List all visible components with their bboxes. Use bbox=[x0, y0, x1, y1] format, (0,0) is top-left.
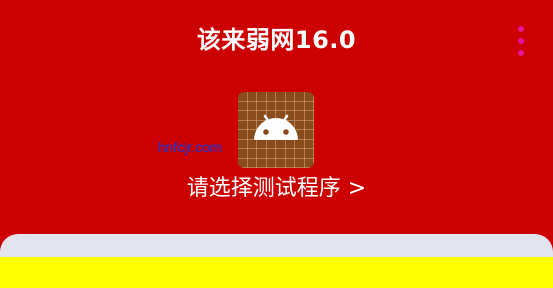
watermark-text: hnfcjr.com bbox=[158, 139, 222, 155]
android-robot-icon[interactable] bbox=[238, 92, 314, 168]
bottom-banner bbox=[0, 257, 553, 288]
more-options-button[interactable] bbox=[510, 26, 532, 56]
more-vertical-icon-dot bbox=[518, 38, 524, 44]
page-title: 该来弱网16.0 bbox=[196, 26, 357, 54]
more-vertical-icon bbox=[518, 26, 524, 32]
select-test-program-link[interactable]: 请选择测试程序 > bbox=[0, 174, 553, 204]
more-vertical-icon-dot bbox=[518, 50, 524, 56]
app-screen: 该来弱网16.0 hnfcjr.com 请选择测试程序 > bbox=[0, 0, 553, 288]
